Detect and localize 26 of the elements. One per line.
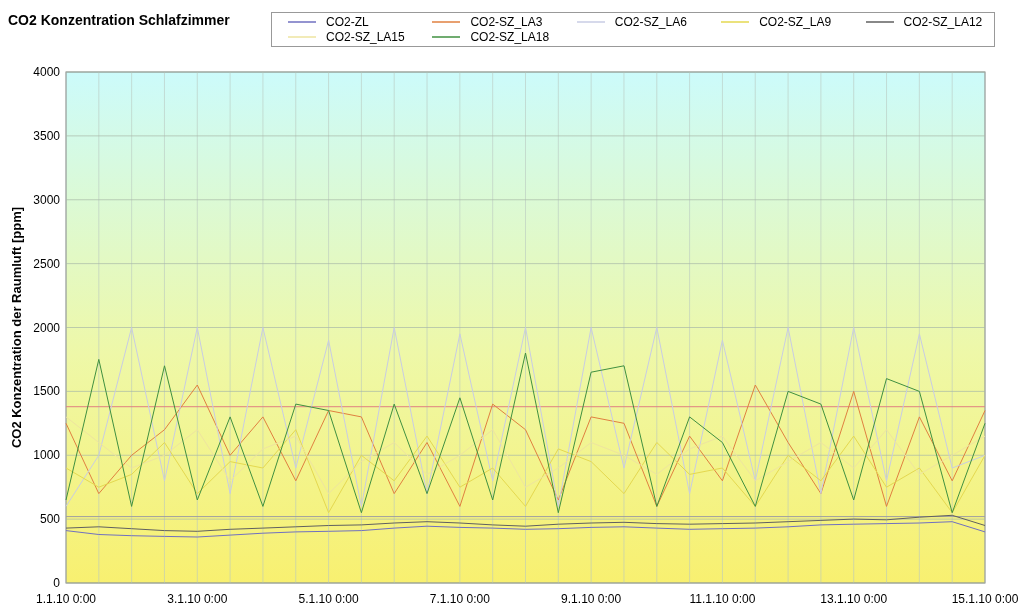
tick-label: 2500: [33, 256, 60, 271]
tick-label: 500: [39, 512, 60, 527]
tick-label: 3000: [33, 192, 60, 207]
legend-label: CO2-SZ_LA12: [903, 15, 983, 29]
legend-label: CO2-SZ_LA18: [470, 30, 550, 44]
tick-label: 9.1.10 0:00: [561, 592, 622, 606]
axis-title: CO2 Konzentration der Raumluft [ppm]: [9, 206, 24, 449]
tick-label: 1.1.10 0:00: [35, 592, 97, 606]
legend-label: CO2-SZ_LA3: [470, 15, 543, 29]
tick-label: 11.1.10 0:00: [689, 592, 756, 606]
tick-label: 15.1.10 0:00: [951, 592, 1019, 606]
tick-label: 1000: [33, 448, 60, 463]
legend-label: CO2-ZL: [326, 15, 369, 29]
tick-label: 7.1.10 0:00: [429, 592, 490, 606]
legend-label: CO2-SZ_LA15: [326, 30, 405, 44]
tick-label: 0: [53, 576, 60, 590]
tick-label: 2000: [33, 320, 60, 335]
tick-label: 3.1.10 0:00: [167, 592, 228, 606]
tick-label: 3500: [33, 128, 60, 143]
legend-label: CO2-SZ_LA9: [759, 15, 832, 29]
tick-label: 4000: [33, 65, 60, 79]
tick-label: 1500: [33, 384, 60, 399]
legend-label: CO2-SZ_LA6: [614, 15, 687, 29]
chart-title: CO2 Konzentration Schlafzimmer: [7, 11, 230, 28]
tick-label: 13.1.10 0:00: [820, 592, 888, 606]
tick-label: 5.1.10 0:00: [298, 592, 359, 606]
